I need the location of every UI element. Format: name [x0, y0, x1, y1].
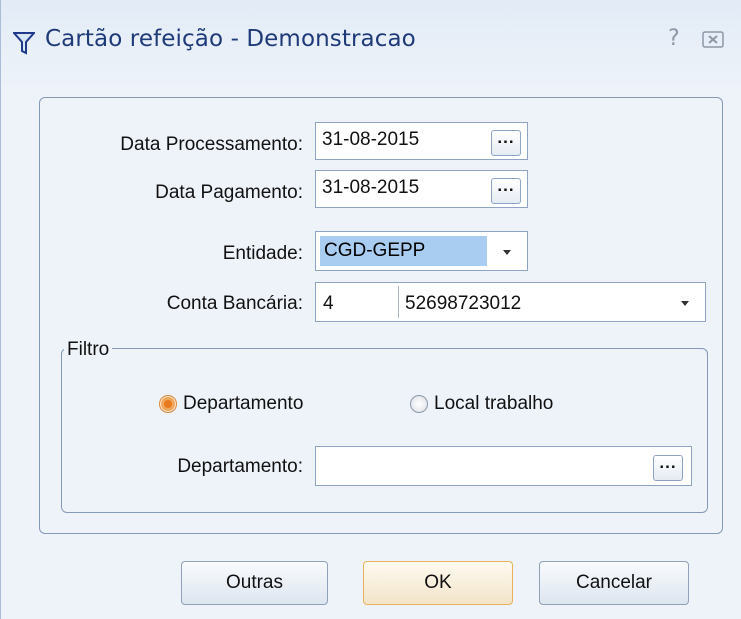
data-processamento-label: Data Processamento: [120, 134, 303, 155]
departamento-picker-button[interactable]: ... [653, 454, 683, 481]
data-pagamento-label: Data Pagamento: [155, 182, 303, 203]
window-title: Cartão refeição - Demonstracao [45, 26, 416, 52]
entidade-dropdown-icon[interactable] [503, 250, 511, 255]
data-pagamento-picker-button[interactable]: ... [491, 177, 521, 204]
departamento-field-label: Departamento: [177, 456, 303, 477]
help-button[interactable]: ? [668, 26, 680, 51]
departamento-radio-label[interactable]: Departamento [183, 393, 303, 415]
departamento-radio[interactable] [159, 395, 177, 413]
entidade-label: Entidade: [222, 243, 303, 264]
local-trabalho-radio-label[interactable]: Local trabalho [434, 393, 553, 415]
close-icon[interactable] [701, 30, 727, 50]
outras-button[interactable]: Outras [181, 561, 328, 605]
filtro-legend: Filtro [64, 339, 113, 361]
dialog-window: Cartão refeição - Demonstracao ? Data Pr… [0, 0, 741, 619]
conta-bancaria-code: 4 [323, 293, 334, 314]
title-bar: Cartão refeição - Demonstracao ? [1, 0, 741, 84]
cancelar-button[interactable]: Cancelar [539, 561, 689, 605]
conta-bancaria-column-separator [398, 286, 399, 318]
data-processamento-picker-button[interactable]: ... [491, 129, 521, 156]
conta-bancaria-dropdown-icon[interactable] [681, 301, 689, 306]
conta-bancaria-label: Conta Bancária: [166, 293, 303, 314]
departamento-field[interactable] [315, 446, 692, 486]
conta-bancaria-account: 52698723012 [405, 293, 522, 314]
entidade-value: CGD-GEPP [320, 236, 487, 266]
ok-button[interactable]: OK [363, 561, 513, 605]
funnel-icon [13, 32, 35, 55]
filtro-group [61, 348, 708, 513]
local-trabalho-radio[interactable] [410, 395, 428, 413]
